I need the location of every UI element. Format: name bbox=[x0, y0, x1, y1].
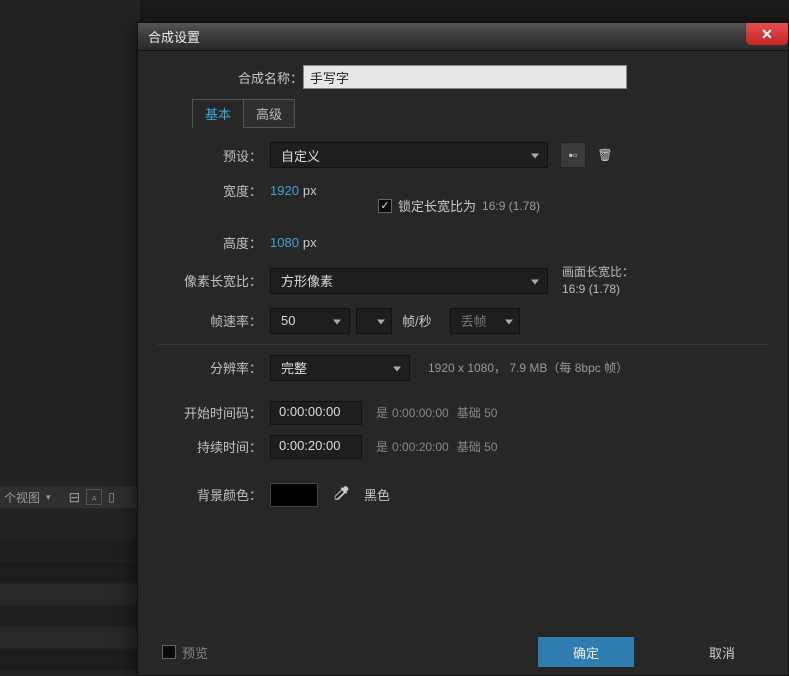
delete-preset-button[interactable]: 🗑 bbox=[592, 142, 618, 168]
dialog-title: 合成设置 bbox=[148, 27, 200, 46]
height-label: 高度： bbox=[158, 233, 270, 252]
par-dropdown[interactable]: 方形像素 bbox=[270, 268, 548, 294]
start-tc-base-tc: 0:00:00:00 bbox=[392, 406, 449, 420]
save-preset-button[interactable]: ▪▫ bbox=[560, 142, 586, 168]
bg-color-swatch[interactable] bbox=[270, 483, 318, 507]
close-icon: ✕ bbox=[761, 26, 773, 43]
fps-unit-dropdown[interactable] bbox=[356, 308, 392, 334]
width-label: 宽度： bbox=[158, 181, 270, 200]
comp-name-label: 合成名称： bbox=[238, 68, 303, 87]
toolbar-icon-1[interactable]: ⊟ bbox=[69, 489, 81, 506]
preview-checkbox[interactable] bbox=[162, 645, 176, 659]
dropframe-dropdown[interactable]: 丢帧 bbox=[450, 308, 520, 334]
fps-label: 帧速率： bbox=[158, 311, 270, 330]
view-label: 个视图 bbox=[4, 489, 40, 506]
dialog-titlebar[interactable]: 合成设置 ✕ bbox=[138, 23, 788, 51]
cancel-button[interactable]: 取消 bbox=[674, 637, 770, 667]
par-label: 像素长宽比： bbox=[158, 271, 270, 290]
close-button[interactable]: ✕ bbox=[746, 23, 788, 45]
start-tc-label: 开始时间码： bbox=[158, 403, 270, 422]
comp-name-input[interactable] bbox=[303, 65, 627, 89]
eyedropper-icon[interactable] bbox=[332, 484, 350, 505]
resolution-info: 1920 x 1080， 7.9 MB（每 8bpc 帧） bbox=[428, 359, 628, 376]
save-preset-icon: ▪▫ bbox=[569, 148, 578, 162]
preset-dropdown[interactable]: 自定义 bbox=[270, 142, 548, 168]
resolution-dropdown[interactable]: 完整 bbox=[270, 355, 410, 381]
duration-base-tc: 0:00:20:00 bbox=[392, 440, 449, 454]
toolbar-icon-3[interactable]: ▯ bbox=[108, 490, 115, 504]
preview-label: 预览 bbox=[182, 643, 208, 662]
lock-aspect-label: 锁定长宽比为 bbox=[398, 196, 476, 215]
dialog-footer: 预览 确定 取消 bbox=[138, 629, 788, 675]
tab-basic[interactable]: 基本 bbox=[192, 99, 244, 128]
duration-input[interactable]: 0:00:20:00 bbox=[270, 435, 362, 459]
tab-advanced[interactable]: 高级 bbox=[243, 99, 295, 128]
fps-value-dropdown[interactable]: 50 bbox=[270, 308, 350, 334]
composition-settings-dialog: 合成设置 ✕ 合成名称： 基本 高级 预设： 自定义 ▪▫ 🗑 bbox=[137, 22, 789, 676]
toolbar-icon-2[interactable]: ▵ bbox=[86, 489, 102, 505]
lock-aspect-ratio: 16:9 (1.78) bbox=[482, 199, 540, 213]
bg-color-label: 背景颜色： bbox=[158, 485, 270, 504]
duration-is: 是 bbox=[376, 438, 388, 455]
start-tc-is: 是 bbox=[376, 404, 388, 421]
start-tc-input[interactable]: 0:00:00:00 bbox=[270, 401, 362, 425]
width-unit: px bbox=[303, 183, 317, 198]
ok-button[interactable]: 确定 bbox=[538, 637, 634, 667]
duration-base: 基础 50 bbox=[457, 438, 498, 455]
trash-icon: 🗑 bbox=[597, 148, 612, 162]
resolution-label: 分辨率： bbox=[158, 358, 270, 377]
tabs: 基本 高级 bbox=[192, 99, 768, 128]
height-value[interactable]: 1080 bbox=[270, 235, 299, 250]
lock-aspect-checkbox[interactable] bbox=[378, 199, 392, 213]
frame-aspect-hint: 画面长宽比： 16:9 (1.78) bbox=[562, 264, 634, 298]
background-rows bbox=[0, 540, 140, 672]
width-value[interactable]: 1920 bbox=[270, 183, 299, 198]
chevron-down-icon: ▾ bbox=[46, 492, 51, 503]
height-unit: px bbox=[303, 235, 317, 250]
fps-unit-label: 帧/秒 bbox=[402, 311, 432, 330]
duration-label: 持续时间： bbox=[158, 437, 270, 456]
bg-color-name: 黑色 bbox=[364, 485, 390, 504]
start-tc-base: 基础 50 bbox=[457, 404, 498, 421]
background-toolbar: 个视图 ▾ ⊟ ▵ ▯ bbox=[0, 486, 140, 508]
preset-label: 预设： bbox=[158, 146, 270, 165]
